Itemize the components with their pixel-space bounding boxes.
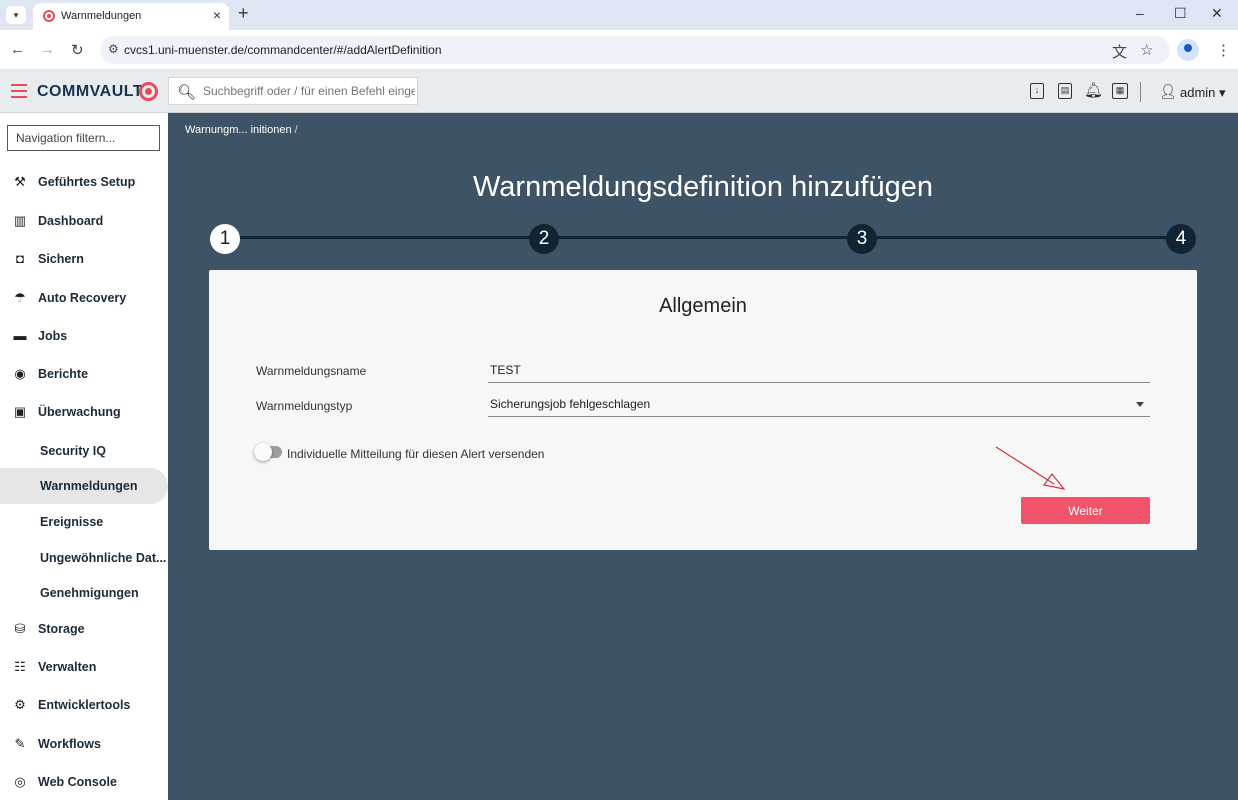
global-search: 🔍︎ xyxy=(168,77,418,105)
search-icon: 🔍︎ xyxy=(177,84,197,101)
sidebar-item-jobs[interactable]: ▬ Jobs xyxy=(0,318,168,354)
database-icon: ⛁ xyxy=(14,621,26,636)
sidebar-item-ungewoehnliche-daten[interactable]: Ungewöhnliche Dat... xyxy=(0,540,168,576)
user-menu[interactable]: admin ▾ xyxy=(1180,85,1226,101)
breadcrumb-separator: / xyxy=(294,124,298,136)
sidebar-item-ueberwachung[interactable]: ▣ Überwachung xyxy=(0,394,168,430)
notification-bell-icon[interactable]: 🔔︎ xyxy=(1084,81,1103,99)
page-title: Warnmeldungsdefinition hinzufügen xyxy=(473,171,933,203)
main-content: Warnungm... initionen / Warnmeldungsdefin… xyxy=(168,113,1238,800)
alert-type-value: Sicherungsjob fehlgeschlagen xyxy=(490,397,651,411)
card-title: Allgemein xyxy=(659,295,747,317)
custom-notification-label: Individuelle Mitteilung für diesen Alert… xyxy=(287,447,545,461)
apps-grid-icon[interactable]: ▦ xyxy=(1112,83,1128,99)
brand-name: COMMVAULT xyxy=(37,83,144,100)
workflow-icon: ✎ xyxy=(14,736,26,751)
maximize-icon[interactable]: ☐ xyxy=(1174,5,1187,22)
sidebar-item-verwalten[interactable]: ☷ Verwalten xyxy=(0,649,168,685)
sidebar-item-security-iq[interactable]: Security IQ xyxy=(0,433,168,469)
alert-type-select[interactable]: Sicherungsjob fehlgeschlagen xyxy=(488,393,1150,417)
wizard-step-4: 4 xyxy=(1166,224,1196,254)
sidebar-item-genehmigungen[interactable]: Genehmigungen xyxy=(0,575,168,611)
gear-icon: ⚙ xyxy=(14,697,26,712)
tab-close-icon[interactable]: × xyxy=(213,7,221,23)
browser-tab[interactable]: Warnmeldungen × xyxy=(33,3,229,30)
sidebar-item-ereignisse[interactable]: Ereignisse xyxy=(0,504,168,540)
dropdown-caret-icon xyxy=(1136,402,1144,407)
url-text: cvcs1.uni-muenster.de/commandcenter/#/ad… xyxy=(124,43,442,57)
sidebar-item-storage[interactable]: ⛁ Storage xyxy=(0,611,168,647)
sidebar-item-warnmeldungen[interactable]: Warnmeldungen xyxy=(0,468,168,504)
next-button[interactable]: Weiter xyxy=(1021,497,1150,524)
sidebar-item-workflows[interactable]: ✎ Workflows xyxy=(0,726,168,762)
alert-name-field[interactable]: TEST xyxy=(488,359,1150,383)
tab-search-chevron-icon[interactable]: ▾ xyxy=(6,6,26,24)
sidebar-item-gefuehrtes-setup[interactable]: ⚒ Geführtes Setup xyxy=(0,164,168,200)
wizard-step-2: 2 xyxy=(529,224,559,254)
monitor-icon: ▣ xyxy=(13,404,27,419)
chart-icon: ▥ xyxy=(13,213,27,228)
general-card: Allgemein Warnmeldungsname TEST Warnmeld… xyxy=(209,270,1197,550)
recovery-icon: ☂ xyxy=(14,290,26,305)
window-close-icon[interactable]: ✕ xyxy=(1211,5,1223,22)
report-icon: ◉ xyxy=(14,366,26,381)
sidebar-item-berichte[interactable]: ◉ Berichte xyxy=(0,356,168,392)
sidebar-item-web-console[interactable]: ◎ Web Console xyxy=(0,764,168,800)
bookmark-star-icon[interactable]: ☆ xyxy=(1140,41,1153,59)
back-icon[interactable]: ← xyxy=(10,41,25,58)
site-info-icon[interactable]: ⚙ xyxy=(108,42,119,56)
browser-tabbar: ▾ Warnmeldungen × + – ☐ ✕ xyxy=(0,0,1238,30)
reload-icon[interactable]: ↻ xyxy=(71,41,84,59)
nav-filter-input[interactable] xyxy=(7,125,160,151)
browser-menu-icon[interactable]: ⋮ xyxy=(1216,41,1231,59)
wizard-step-3: 3 xyxy=(847,224,877,254)
sidebar-item-sichern[interactable]: ◘ Sichern xyxy=(0,241,168,277)
translate-icon[interactable]: 文 xyxy=(1112,41,1127,62)
wizard-progress-line xyxy=(225,236,1183,239)
wrench-icon: ⚒ xyxy=(14,174,26,189)
tab-title: Warnmeldungen xyxy=(61,10,142,22)
user-icon[interactable]: 👤︎ xyxy=(1159,83,1177,100)
sidebar-nav: ⚒ Geführtes Setup ▥ Dashboard ◘ Sichern … xyxy=(0,113,168,800)
browser-addressbar: ← → ↻ ⚙ cvcs1.uni-muenster.de/commandcen… xyxy=(0,30,1238,70)
minimize-icon[interactable]: – xyxy=(1136,5,1144,21)
header-divider xyxy=(1140,82,1141,102)
alert-name-value: TEST xyxy=(490,363,521,377)
download-icon[interactable]: ↓ xyxy=(1030,83,1044,99)
sidebar-item-dashboard[interactable]: ▥ Dashboard xyxy=(0,203,168,239)
briefcase-icon: ▬ xyxy=(13,328,27,343)
globe-icon: ◎ xyxy=(14,774,26,789)
app-header: COMMVAULT 🔍︎ ↓ ▤ 🔔︎ ▦ 👤︎ admin ▾ xyxy=(0,70,1238,113)
hamburger-menu-icon[interactable] xyxy=(11,84,27,98)
shield-icon: ◘ xyxy=(16,251,24,266)
custom-notification-toggle[interactable] xyxy=(254,443,282,461)
search-input[interactable] xyxy=(203,82,415,100)
url-field[interactable]: ⚙ cvcs1.uni-muenster.de/commandcenter/#/… xyxy=(100,36,1170,64)
profile-avatar-icon[interactable] xyxy=(1177,39,1199,61)
alert-type-label: Warnmeldungstyp xyxy=(256,399,353,413)
calendar-icon[interactable]: ▤ xyxy=(1058,83,1072,99)
commvault-logo-icon xyxy=(139,82,158,101)
forward-icon[interactable]: → xyxy=(40,41,55,58)
sidebar-item-entwicklertools[interactable]: ⚙ Entwicklertools xyxy=(0,687,168,723)
commvault-favicon-icon xyxy=(43,10,55,22)
new-tab-icon[interactable]: + xyxy=(238,3,249,24)
alert-name-label: Warnmeldungsname xyxy=(256,364,367,378)
sliders-icon: ☷ xyxy=(14,659,26,674)
annotation-arrow-icon xyxy=(995,446,1066,490)
wizard-step-1: 1 xyxy=(210,224,240,254)
sidebar-item-auto-recovery[interactable]: ☂ Auto Recovery xyxy=(0,280,168,316)
breadcrumb-link-alert-definitions[interactable]: Warnungm... initionen xyxy=(185,124,292,136)
breadcrumb: Warnungm... initionen / xyxy=(185,124,298,136)
